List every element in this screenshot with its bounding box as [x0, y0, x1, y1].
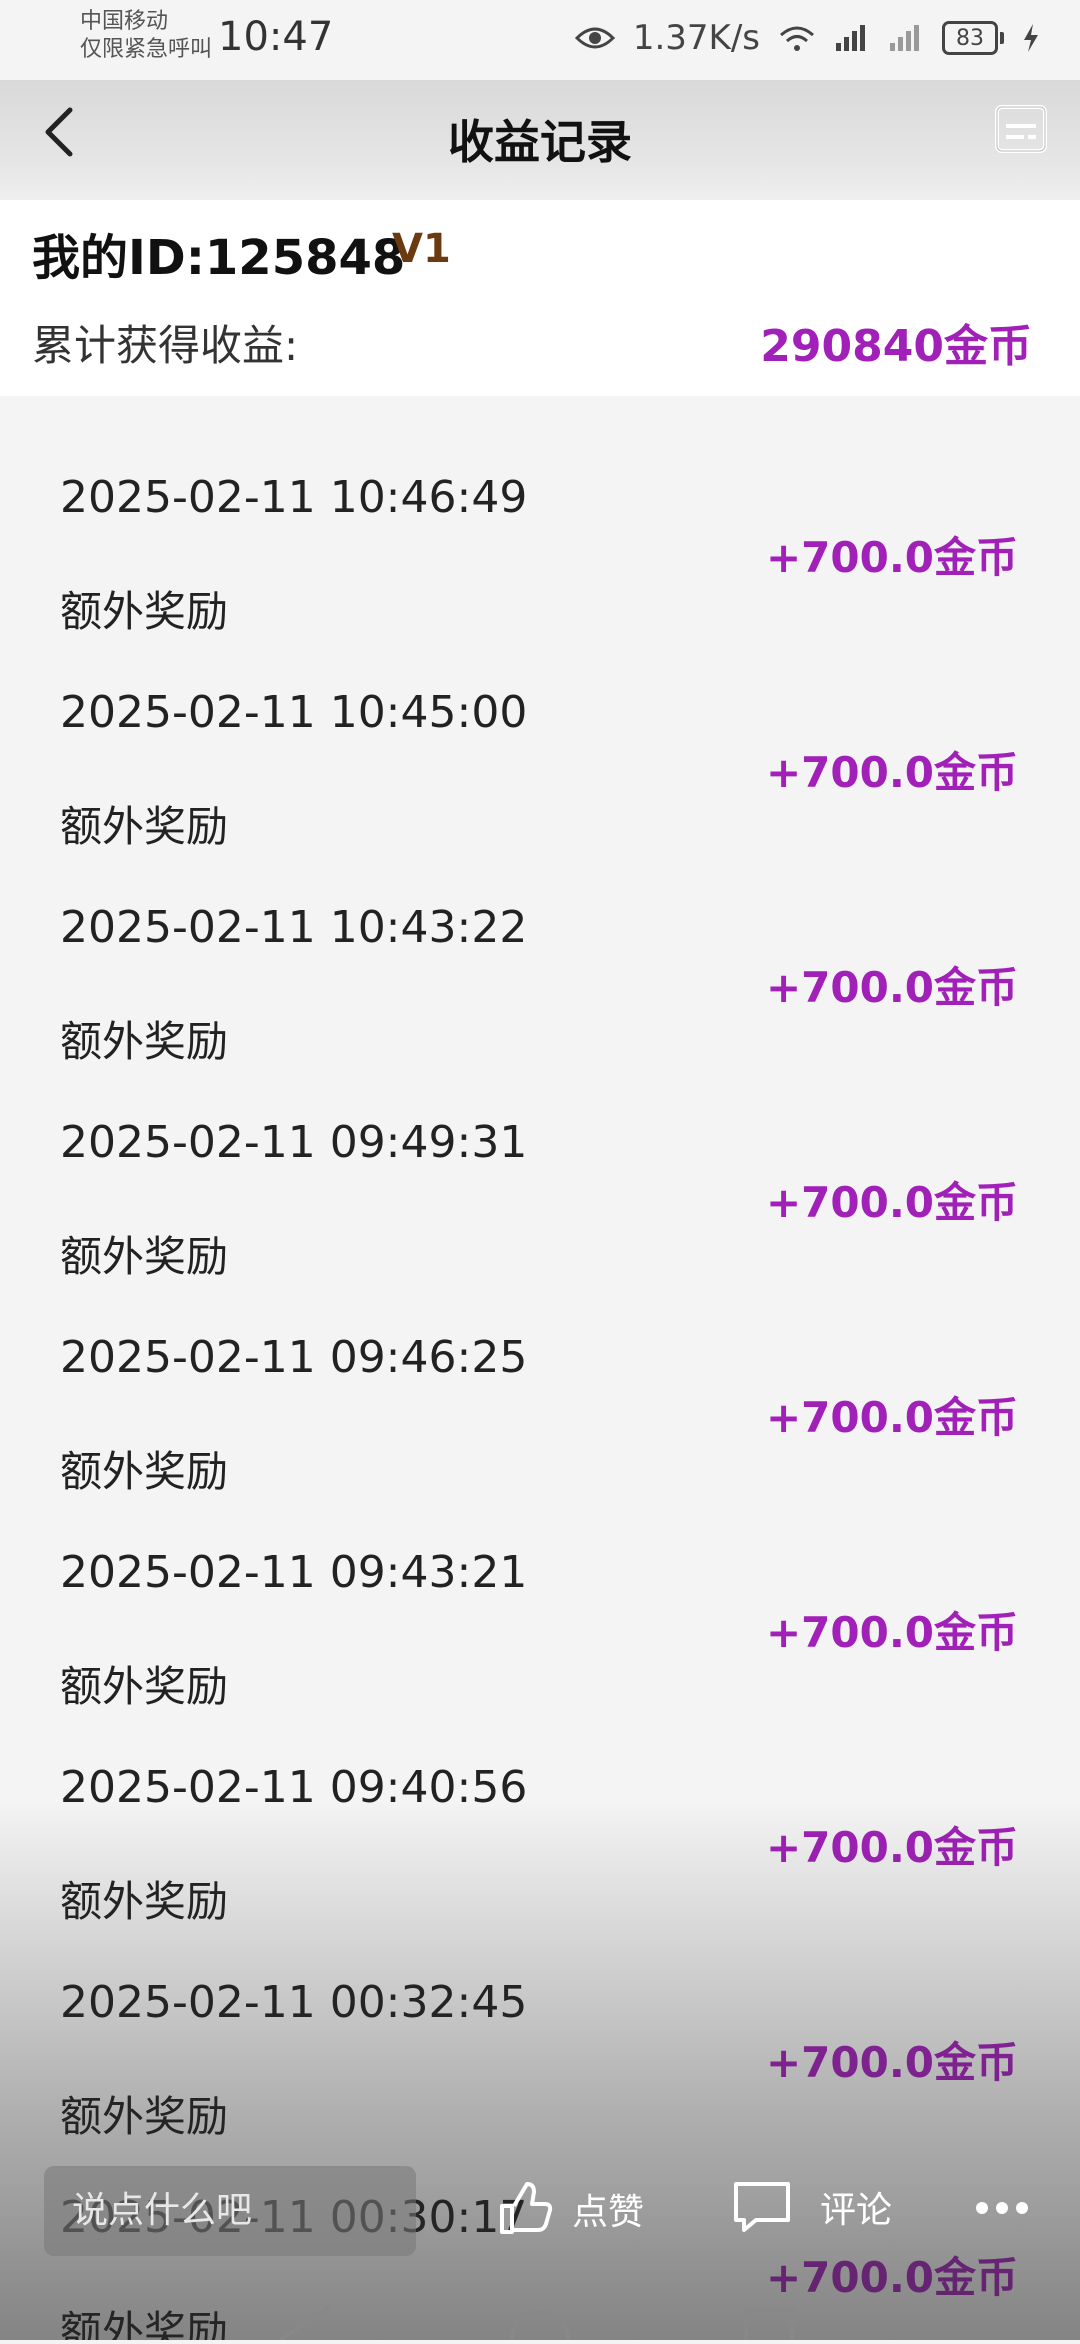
record-item: 2025-02-11 00:32:45 额外奖励 +700.0金币 — [0, 1977, 1080, 2192]
record-time: 2025-02-11 10:45:00 — [60, 687, 528, 738]
app-header: 收益记录 — [0, 80, 1080, 220]
record-amount: +700.0金币 — [765, 748, 1018, 797]
record-item: 2025-02-11 10:46:49 额外奖励 +700.0金币 — [0, 472, 1080, 687]
earnings-summary-card: 我的ID:125848 V1 累计获得收益: 290840金币 — [0, 200, 1080, 396]
carrier-info: 中国移动 仅限紧急呼叫 — [80, 8, 212, 64]
like-label: 点赞 — [572, 2192, 645, 2233]
status-bar: 中国移动 仅限紧急呼叫 10:47 1.37K/s 83 — [0, 0, 1080, 80]
battery-indicator: 83 — [942, 21, 1004, 55]
record-item: 2025-02-11 10:45:00 额外奖励 +700.0金币 — [0, 687, 1080, 902]
like-button[interactable]: 点赞 — [496, 2180, 644, 2238]
status-icons: 1.37K/s 83 — [574, 16, 1040, 60]
user-id: 我的ID:125848 — [32, 230, 406, 286]
record-amount: +700.0金币 — [765, 2038, 1018, 2087]
thumbs-up-icon — [500, 2182, 553, 2234]
record-amount: +700.0金币 — [765, 1823, 1018, 1872]
comment-button[interactable]: 评论 — [732, 2180, 892, 2234]
record-item: 2025-02-11 09:40:56 额外奖励 +700.0金币 — [0, 1762, 1080, 1977]
earnings-record-list[interactable]: 2025-02-11 10:46:49 额外奖励 +700.0金币 2025-0… — [0, 396, 1080, 2340]
nav-home-icon — [510, 2310, 570, 2341]
record-item: 2025-02-11 10:43:22 额外奖励 +700.0金币 — [0, 902, 1080, 1117]
record-time: 2025-02-11 00:32:45 — [60, 1977, 528, 2028]
system-nav-bar — [0, 2296, 1080, 2344]
record-description: 额外奖励 — [60, 2092, 229, 2141]
record-amount: +700.0金币 — [765, 963, 1018, 1012]
record-time: 2025-02-11 09:46:25 — [60, 1332, 528, 1383]
record-description: 额外奖励 — [60, 1447, 229, 1496]
record-amount: +700.0金币 — [765, 1608, 1018, 1657]
nav-recents-icon — [744, 2308, 794, 2344]
more-dots-icon — [976, 2202, 1028, 2214]
record-time: 2025-02-11 09:43:21 — [60, 1547, 528, 1598]
record-time: 2025-02-11 10:43:22 — [60, 902, 528, 953]
comment-input[interactable]: 说点什么吧 — [44, 2166, 416, 2256]
emergency-only: 仅限紧急呼叫 — [80, 37, 213, 62]
records-menu-button[interactable] — [994, 104, 1048, 154]
record-time: 2025-02-11 09:49:31 — [60, 1117, 528, 1168]
status-time: 10:47 — [218, 14, 334, 60]
record-description: 额外奖励 — [60, 1662, 229, 1711]
record-description: 额外奖励 — [60, 1232, 229, 1281]
page-title: 收益记录 — [448, 115, 632, 169]
wifi-icon — [780, 26, 814, 51]
total-earnings-label: 累计获得收益: — [32, 321, 299, 370]
record-amount: +700.0金币 — [765, 1178, 1018, 1227]
more-options-button[interactable] — [974, 2200, 1030, 2220]
record-amount: +700.0金币 — [765, 533, 1018, 582]
social-action-bar: 说点什么吧 点赞 评论 — [0, 2166, 1080, 2266]
record-description: 额外奖励 — [60, 802, 229, 851]
signal-icon-no-service — [890, 25, 919, 51]
record-description: 额外奖励 — [60, 1877, 229, 1926]
total-earnings-value: 290840金币 — [760, 321, 1032, 372]
battery-tip — [1000, 32, 1004, 44]
record-time: 2025-02-11 10:46:49 — [60, 472, 528, 523]
record-amount: +700.0金币 — [765, 1393, 1018, 1442]
level-badge: V1 — [392, 226, 451, 272]
battery-level: 83 — [942, 21, 998, 55]
record-item: 2025-02-11 09:43:21 额外奖励 +700.0金币 — [0, 1547, 1080, 1762]
charging-bolt-icon — [1024, 24, 1038, 52]
record-description: 额外奖励 — [60, 1017, 229, 1066]
record-time: 2025-02-11 09:40:56 — [60, 1762, 528, 1813]
record-description: 额外奖励 — [60, 587, 229, 636]
system-nav-icons — [278, 2304, 794, 2344]
record-item: 2025-02-11 09:46:25 额外奖励 +700.0金币 — [0, 1332, 1080, 1547]
record-item: 2025-02-11 09:49:31 额外奖励 +700.0金币 — [0, 1117, 1080, 1332]
signal-icon — [836, 25, 865, 51]
net-speed: 1.37K/s — [632, 18, 760, 58]
nav-back-icon — [278, 2304, 332, 2342]
carrier-name: 中国移动 — [80, 9, 169, 34]
list-box-icon — [995, 105, 1047, 153]
comment-bubble-icon — [734, 2182, 790, 2232]
comment-label: 评论 — [820, 2190, 893, 2231]
eye-icon — [574, 27, 615, 49]
